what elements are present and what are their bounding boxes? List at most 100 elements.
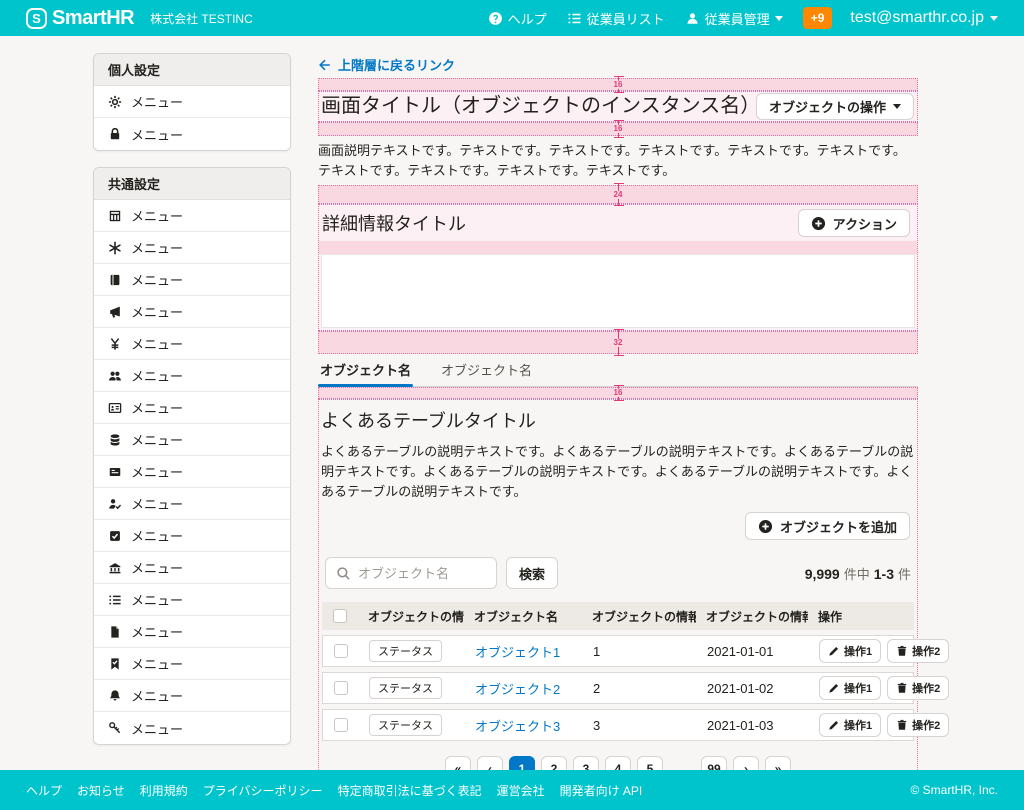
notification-badge[interactable]: +9 (803, 7, 833, 29)
pagination-page-4[interactable]: 4 (605, 756, 631, 770)
trash-icon (896, 719, 908, 731)
object-date: 2021-01-01 (697, 644, 809, 659)
sidebar-item-label: メニュー (131, 334, 183, 353)
window-icon (108, 209, 122, 223)
sidebar-item-menu[interactable]: メニュー (94, 360, 290, 392)
sidebar-item-menu[interactable]: メニュー (94, 424, 290, 456)
object-link[interactable]: オブジェクト1 (475, 645, 560, 660)
row-action-2-label: 操作2 (912, 643, 940, 659)
pagination-prev-button[interactable]: ‹ (477, 756, 503, 770)
sidebar-item-menu[interactable]: メニュー (94, 232, 290, 264)
sidebar-item-menu[interactable]: メニュー (94, 584, 290, 616)
row-checkbox[interactable] (334, 644, 348, 658)
search-icon (336, 566, 351, 581)
select-all-checkbox[interactable] (333, 609, 347, 623)
header-nav: ヘルプ 従業員リスト 従業員管理 (488, 9, 783, 28)
sidebar-item-menu[interactable]: メニュー (94, 552, 290, 584)
footer-link-3[interactable]: プライバシーポリシー (203, 782, 323, 799)
pagination-page-3[interactable]: 3 (573, 756, 599, 770)
sidebar-item-label: メニュー (131, 206, 183, 225)
footer-link-0[interactable]: ヘルプ (26, 782, 62, 799)
bookmark-check-icon (108, 657, 122, 671)
footer-link-2[interactable]: 利用規約 (140, 782, 188, 799)
count-unit-middle: 件中 (844, 564, 870, 583)
row-action-1-label: 操作1 (844, 680, 872, 696)
sidebar-item-menu[interactable]: メニュー (94, 648, 290, 680)
sidebar-item-menu[interactable]: メニュー (94, 264, 290, 296)
footer-link-4[interactable]: 特定商取引法に基づく表記 (338, 782, 482, 799)
sidebar-item-menu[interactable]: メニュー (94, 488, 290, 520)
sidebar-item-menu[interactable]: メニュー (94, 712, 290, 744)
add-object-label: オブジェクトを追加 (780, 517, 897, 536)
row-checkbox[interactable] (334, 718, 348, 732)
row-checkbox[interactable] (334, 681, 348, 695)
footer-link-5[interactable]: 運営会社 (497, 782, 545, 799)
object-link[interactable]: オブジェクト2 (475, 682, 560, 697)
sidebar-item-menu[interactable]: メニュー (94, 328, 290, 360)
pagination-page-5[interactable]: 5 (637, 756, 663, 770)
spacing-band-16: 16 (318, 122, 918, 136)
sidebar-item-menu[interactable]: メニュー (94, 456, 290, 488)
footer-link-6[interactable]: 開発者向け API (560, 782, 643, 799)
search-button[interactable]: 検索 (506, 557, 558, 589)
sidebar-item-menu[interactable]: メニュー (94, 200, 290, 232)
lock-icon (108, 127, 122, 141)
row-action-2-button[interactable]: 操作2 (887, 639, 949, 663)
sidebar-item-menu[interactable]: メニュー (94, 392, 290, 424)
tab-0[interactable]: オブジェクト名 (318, 356, 413, 386)
pagination-next-button[interactable]: › (733, 756, 759, 770)
megaphone-icon (108, 305, 122, 319)
sidebar-item-label: メニュー (131, 590, 183, 609)
panel-action-button[interactable]: アクション (798, 209, 910, 237)
spacing-value: 16 (612, 80, 625, 88)
add-object-button[interactable]: オブジェクトを追加 (745, 512, 910, 540)
row-action-1-label: 操作1 (844, 643, 872, 659)
sidebar-item-label: メニュー (131, 654, 183, 673)
object-actions-label: オブジェクトの操作 (769, 97, 886, 116)
row-action-1-button[interactable]: 操作1 (819, 713, 881, 737)
sidebar-item-menu[interactable]: メニュー (94, 296, 290, 328)
row-action-1-button[interactable]: 操作1 (819, 639, 881, 663)
pagination-page-99[interactable]: 99 (701, 756, 727, 770)
tab-bar: オブジェクト名オブジェクト名 (318, 356, 918, 387)
sidebar-item-label: メニュー (131, 125, 183, 144)
nav-item-employee-admin[interactable]: 従業員管理 (685, 9, 783, 28)
row-action-2-button[interactable]: 操作2 (887, 713, 949, 737)
file-icon (108, 625, 122, 639)
footer-link-1[interactable]: お知らせ (77, 782, 125, 799)
trash-icon (896, 682, 908, 694)
row-action-2-label: 操作2 (912, 717, 940, 733)
status-badge: ステータス (369, 677, 442, 699)
row-action-1-button[interactable]: 操作1 (819, 676, 881, 700)
column-header-2: オブジェクトの情報 (582, 608, 696, 625)
row-action-2-button[interactable]: 操作2 (887, 676, 949, 700)
tab-1[interactable]: オブジェクト名 (439, 356, 534, 386)
page-title: 画面タイトル（オブジェクトのインスタンス名） (321, 94, 756, 119)
person-icon (685, 11, 700, 26)
back-link[interactable]: 上階層に戻るリンク (318, 55, 455, 74)
account-menu[interactable]: test@smarthr.co.jp (850, 9, 998, 27)
sidebar-item-menu[interactable]: メニュー (94, 520, 290, 552)
smarthr-logo[interactable]: S SmartHR (26, 7, 134, 30)
list-icon (108, 593, 122, 607)
object-actions-dropdown-button[interactable]: オブジェクトの操作 (756, 93, 914, 120)
spacing-band-32: 32 (318, 331, 918, 354)
object-link[interactable]: オブジェクト3 (475, 719, 560, 734)
search-input[interactable] (358, 566, 486, 581)
sidebar-item-menu[interactable]: メニュー (94, 616, 290, 648)
sidebar-item-menu[interactable]: メニュー (94, 680, 290, 712)
status-badge: ステータス (369, 714, 442, 736)
pagination-page-2[interactable]: 2 (541, 756, 567, 770)
pagination-first-button[interactable]: « (445, 756, 471, 770)
sidebar-item-menu[interactable]: メニュー (94, 86, 290, 118)
nav-item-help[interactable]: ヘルプ (488, 9, 547, 28)
pagination-last-button[interactable]: » (765, 756, 791, 770)
table-row: ステータスオブジェクト222021-01-02操作1操作2 (322, 672, 914, 704)
status-badge: ステータス (369, 640, 442, 662)
top-app-bar: S SmartHR 株式会社 TESTINC ヘルプ従業員リスト従業員管理 +9… (0, 0, 1024, 36)
nav-item-employee-list[interactable]: 従業員リスト (567, 9, 665, 28)
spacing-band-16-tabs: 16 (318, 387, 918, 399)
sidebar-section-title: 個人設定 (94, 54, 290, 86)
pagination-page-1[interactable]: 1 (509, 756, 535, 770)
sidebar-item-menu[interactable]: メニュー (94, 118, 290, 150)
